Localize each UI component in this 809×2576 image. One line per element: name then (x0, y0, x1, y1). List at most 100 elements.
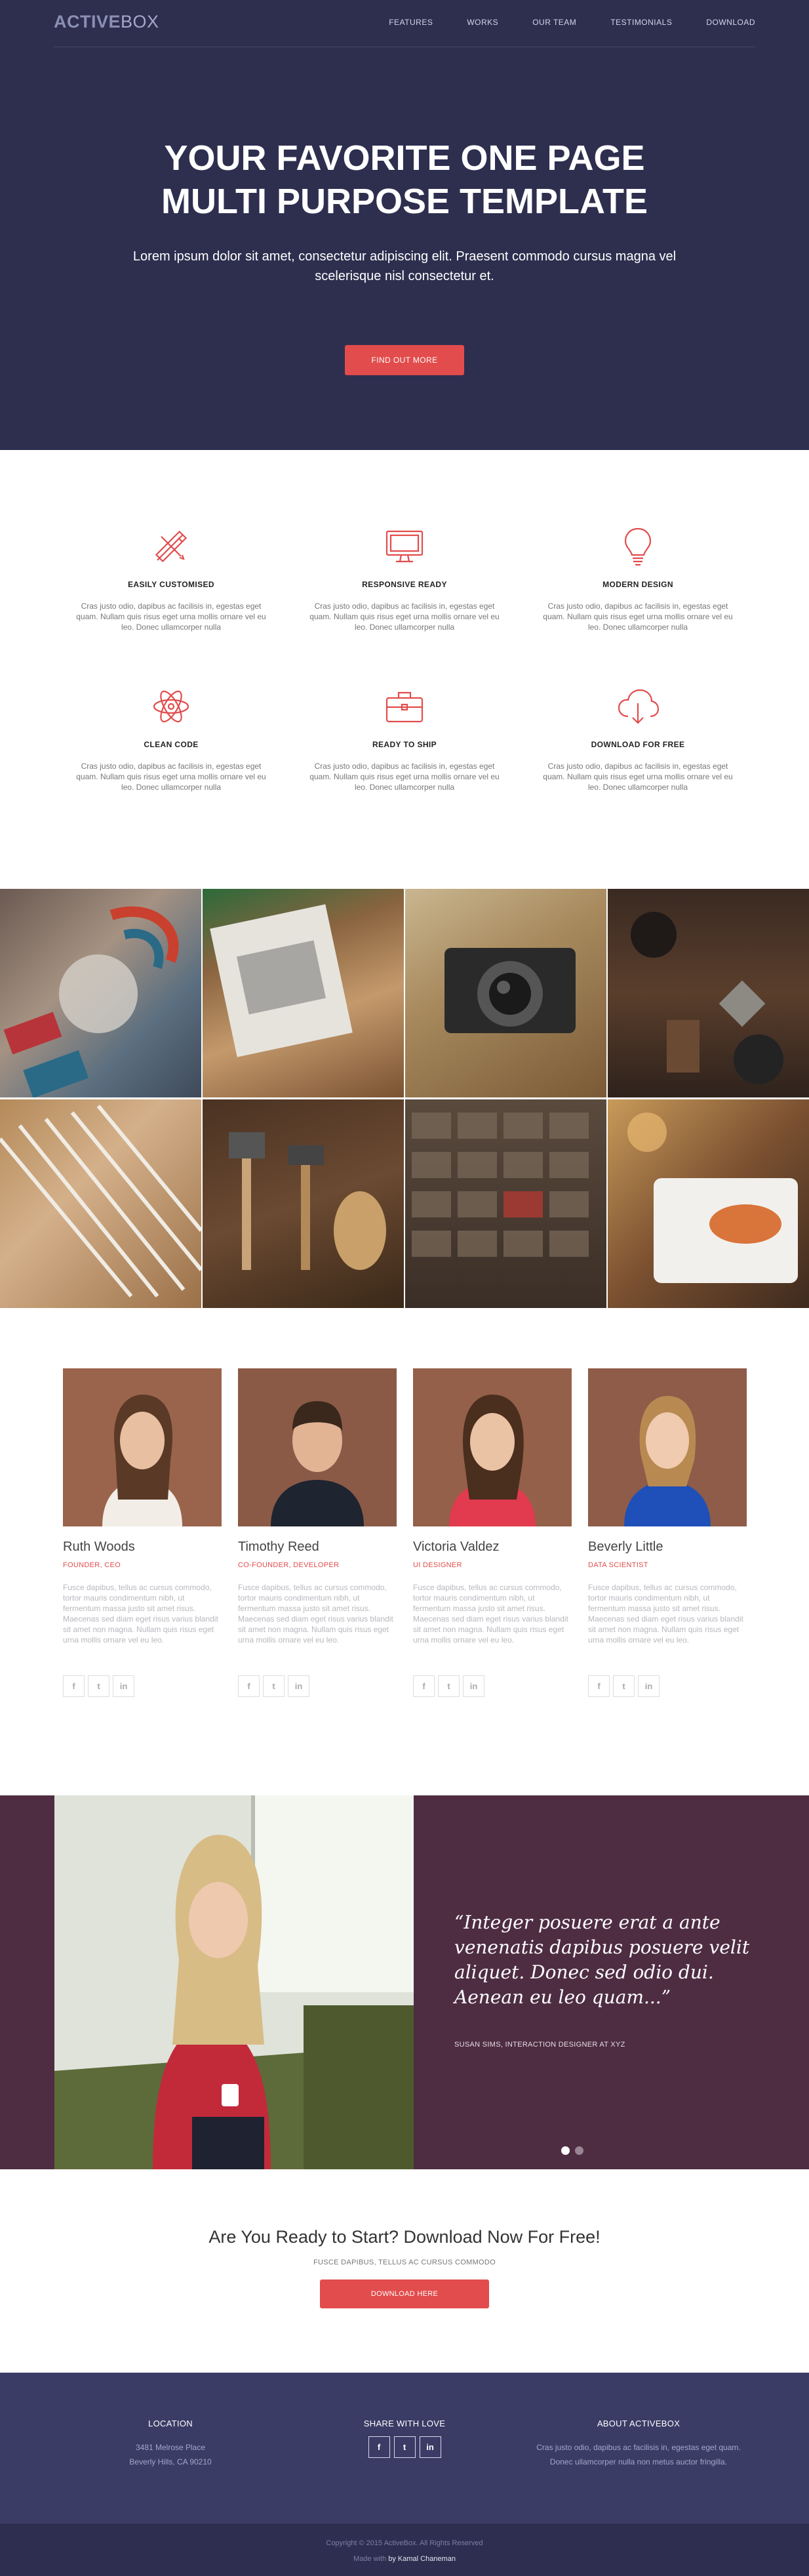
footer-about: ABOUT ACTIVEBOX Cras justo odio, dapibus… (534, 2419, 743, 2469)
feature-ready-to-ship: READY TO SHIP Cras justo odio, dapibus a… (309, 684, 500, 792)
footer-about-title: ABOUT ACTIVEBOX (597, 2419, 681, 2428)
team-member-victoria-valdez: Victoria Valdez UI DESIGNER Fusce dapibu… (413, 1368, 572, 1697)
member-role: DATA SCIENTIST (588, 1561, 648, 1569)
linkedin-icon[interactable]: in (113, 1675, 134, 1697)
logo-part-box: BOX (121, 12, 159, 31)
gallery-item-type-cases[interactable] (405, 1099, 606, 1308)
nav-links: FEATURES WORKS OUR TEAM TESTIMONIALS DOW… (389, 18, 755, 27)
avatar (63, 1368, 222, 1526)
download-section: Are You Ready to Start? Download Now For… (0, 2169, 809, 2373)
download-title: Are You Ready to Start? Download Now For… (208, 2227, 601, 2247)
carousel-dots (561, 2146, 583, 2155)
facebook-icon[interactable]: f (238, 1675, 260, 1697)
member-socials: f t in (63, 1675, 222, 1697)
works-gallery (0, 889, 809, 1309)
address-line2: Beverly Hills, CA 90210 (129, 2457, 212, 2466)
type-cases-photo (412, 1113, 589, 1257)
download-here-button[interactable]: DOWNLOAD HERE (320, 2280, 489, 2308)
twitter-icon[interactable]: t (88, 1675, 109, 1697)
gallery-item-pencils[interactable] (0, 1099, 201, 1308)
linkedin-icon[interactable]: in (419, 2436, 441, 2458)
nav-item-testimonials[interactable]: TESTIMONIALS (610, 18, 672, 27)
team-section: Ruth Woods FOUNDER, CEO Fusce dapibus, t… (0, 1309, 809, 1795)
linkedin-icon[interactable]: in (288, 1675, 309, 1697)
hero-lead: Lorem ipsum dolor sit amet, consectetur … (132, 249, 677, 283)
notebook-photo (210, 904, 353, 1057)
feature-text: Cras justo odio, dapibus ac facilisis in… (76, 602, 266, 632)
nav-item-works[interactable]: WORKS (467, 18, 498, 27)
atom-icon (153, 690, 189, 723)
hero-section: ACTIVEBOX FEATURES WORKS OUR TEAM TESTIM… (0, 0, 809, 450)
feature-title: RESPONSIVE READY (362, 580, 447, 589)
feature-title: MODERN DESIGN (602, 580, 673, 589)
copyright-text: Copyright © 2015 ActiveBox. All Rights R… (326, 2539, 483, 2547)
nav-item-features[interactable]: FEATURES (389, 18, 433, 27)
feature-title: CLEAN CODE (144, 740, 199, 749)
nav-item-our-team[interactable]: OUR TEAM (532, 18, 576, 27)
cloud-download-icon (618, 689, 660, 724)
avatar (238, 1368, 397, 1526)
facebook-icon[interactable]: f (368, 2436, 390, 2458)
twitter-icon[interactable]: t (263, 1675, 285, 1697)
team-member-beverly-little: Beverly Little DATA SCIENTIST Fusce dapi… (588, 1368, 747, 1697)
tools-photo (229, 1132, 386, 1270)
member-role: CO-FOUNDER, DEVELOPER (238, 1561, 340, 1569)
letterpress-photo (3, 906, 179, 1097)
facebook-icon[interactable]: f (413, 1675, 435, 1697)
gallery-item-cafe-table[interactable] (608, 889, 809, 1097)
footer-location: LOCATION 3481 Melrose Place Beverly Hill… (66, 2419, 275, 2469)
twitter-icon[interactable]: t (613, 1675, 635, 1697)
made-with-text: Made with (353, 2555, 387, 2563)
briefcase-icon (385, 691, 424, 723)
testimonial-author: SUSAN SIMS, INTERACTION DESIGNER AT XYZ (454, 2041, 625, 2049)
gallery-item-notebook[interactable] (203, 889, 404, 1097)
member-bio: Fusce dapibus, tellus ac cursus commodo,… (63, 1583, 218, 1645)
feature-modern-design: MODERN DESIGN Cras justo odio, dapibus a… (543, 523, 733, 632)
footer-address: 3481 Melrose Place Beverly Hills, CA 902… (66, 2440, 275, 2469)
team-member-timothy-reed: Timothy Reed CO-FOUNDER, DEVELOPER Fusce… (238, 1368, 397, 1697)
footer-share-title: SHARE WITH LOVE (363, 2419, 446, 2428)
feature-download-for-free: DOWNLOAD FOR FREE Cras justo odio, dapib… (543, 684, 733, 792)
member-role: FOUNDER, CEO (63, 1561, 121, 1569)
testimonials-section: “Integer posuere erat a ante venenatis d… (0, 1795, 809, 2169)
member-bio: Fusce dapibus, tellus ac cursus commodo,… (413, 1583, 568, 1645)
feature-clean-code: CLEAN CODE Cras justo odio, dapibus ac f… (76, 684, 266, 792)
logo[interactable]: ACTIVEBOX (54, 12, 159, 32)
gallery-item-camera[interactable] (405, 889, 606, 1097)
facebook-icon[interactable]: f (63, 1675, 85, 1697)
avatar (413, 1368, 572, 1526)
top-navigation: ACTIVEBOX FEATURES WORKS OUR TEAM TESTIM… (54, 0, 755, 47)
monitor-icon (385, 530, 424, 563)
footer: LOCATION 3481 Melrose Place Beverly Hill… (0, 2373, 809, 2524)
member-name: Ruth Woods (63, 1540, 135, 1554)
facebook-icon[interactable]: f (588, 1675, 610, 1697)
gallery-item-food-plate[interactable] (608, 1099, 809, 1308)
feature-text: Cras justo odio, dapibus ac facilisis in… (543, 762, 733, 792)
nav-item-download[interactable]: DOWNLOAD (706, 18, 755, 27)
linkedin-icon[interactable]: in (463, 1675, 484, 1697)
avatar (588, 1368, 747, 1526)
linkedin-icon[interactable]: in (638, 1675, 660, 1697)
feature-title: READY TO SHIP (372, 740, 437, 749)
feature-text: Cras justo odio, dapibus ac facilisis in… (309, 602, 500, 632)
hero-title: YOUR FAVORITE ONE PAGE MULTI PURPOSE TEM… (0, 136, 809, 223)
find-out-more-button[interactable]: FIND OUT MORE (345, 345, 464, 375)
food-plate-photo (627, 1113, 798, 1283)
testimonial-quote: “Integer posuere erat a ante venenatis d… (454, 1912, 750, 2008)
feature-text: Cras justo odio, dapibus ac facilisis in… (543, 602, 733, 632)
footer-share: SHARE WITH LOVE f t in (300, 2419, 509, 2458)
carousel-dot-1[interactable] (561, 2146, 570, 2155)
hero-title-line1: YOUR FAVORITE ONE PAGE (164, 138, 645, 178)
author-link[interactable]: by Kamal Chaneman (388, 2555, 456, 2563)
feature-responsive-ready: RESPONSIVE READY Cras justo odio, dapibu… (309, 523, 500, 632)
member-name: Victoria Valdez (413, 1540, 500, 1554)
gallery-item-letterpress[interactable] (0, 889, 201, 1097)
twitter-icon[interactable]: t (393, 2436, 416, 2458)
gallery-item-tools[interactable] (203, 1099, 404, 1308)
carousel-dot-2[interactable] (575, 2146, 583, 2155)
twitter-icon[interactable]: t (438, 1675, 460, 1697)
hero-title-line2: MULTI PURPOSE TEMPLATE (161, 182, 648, 221)
camera-photo (444, 948, 576, 1033)
member-name: Beverly Little (588, 1540, 663, 1554)
testimonial-photo (54, 1795, 414, 2169)
